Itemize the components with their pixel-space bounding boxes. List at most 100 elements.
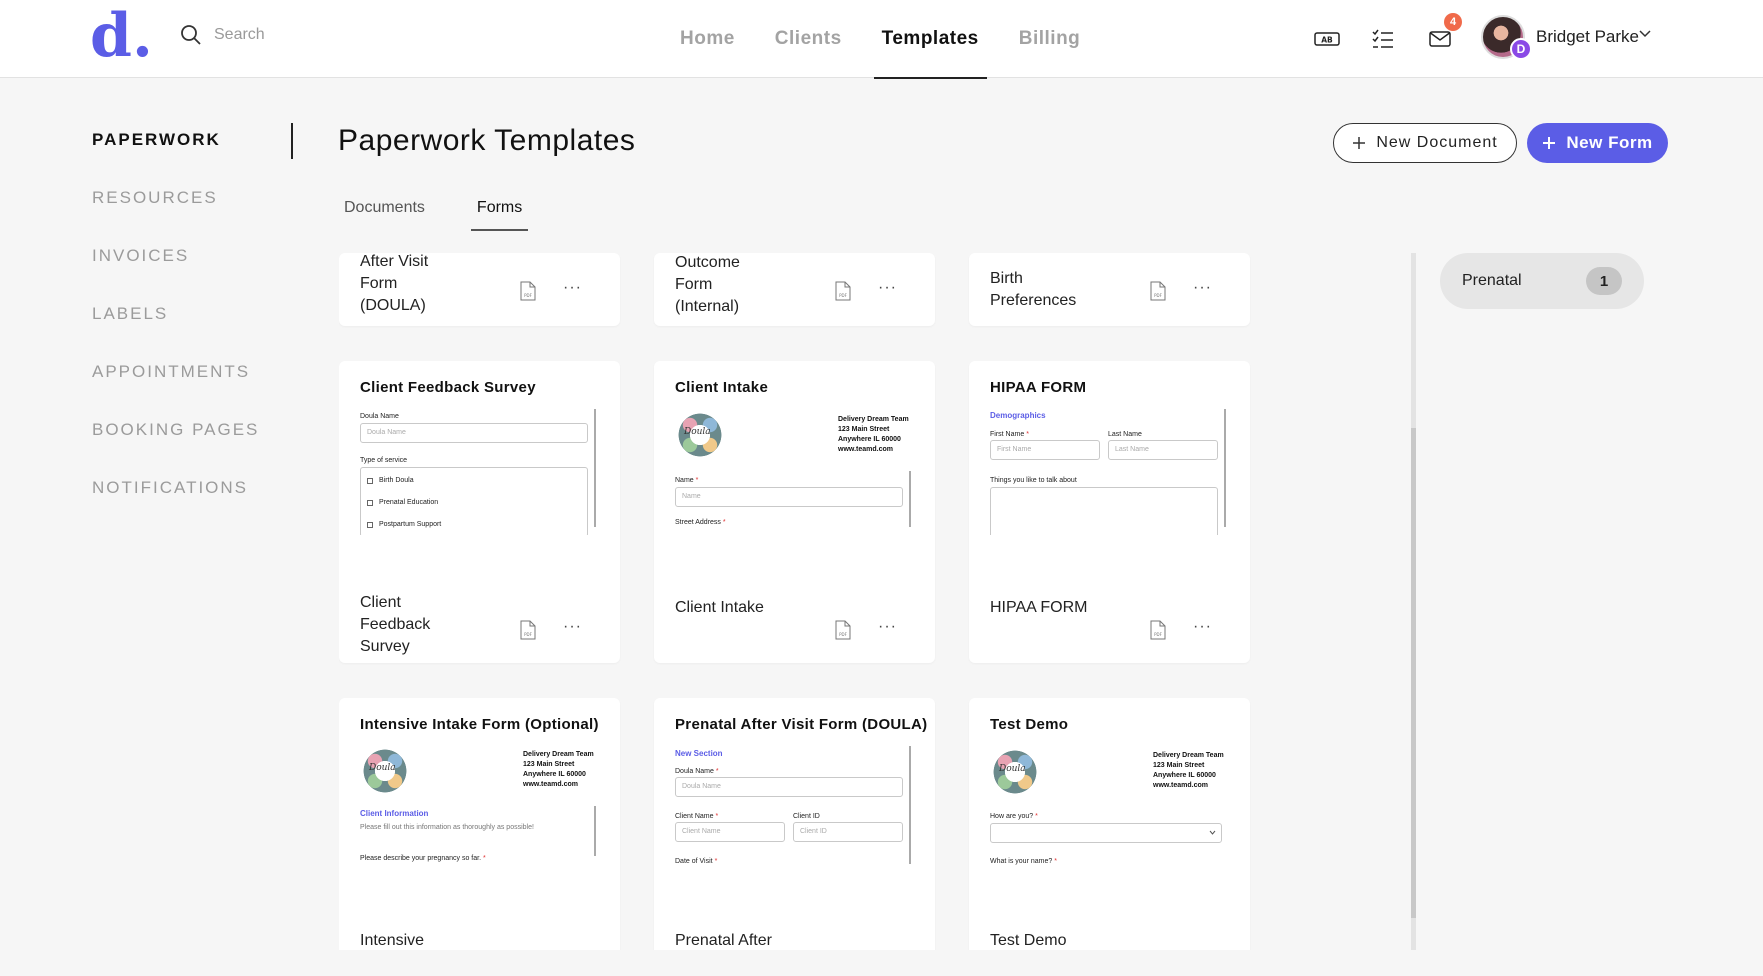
form-card[interactable]: Test Demo Doula Delivery Dream Team 123 …: [969, 698, 1250, 950]
preview-field: Client Name: [675, 822, 785, 842]
nav-billing[interactable]: Billing: [999, 0, 1101, 78]
preview-section: Client Information: [360, 809, 429, 818]
preview-field: Last Name: [1108, 440, 1218, 460]
preview-select: [990, 823, 1222, 843]
nav-clients[interactable]: Clients: [755, 0, 862, 78]
preview-option: Birth Doula: [379, 477, 414, 484]
preview-address: Delivery Dream Team 123 Main Street Anyw…: [838, 416, 909, 453]
abbreviation-icon: AB: [1314, 32, 1340, 46]
preview-section: New Section: [675, 749, 723, 758]
pdf-icon[interactable]: PDF: [834, 281, 852, 301]
more-options-icon[interactable]: ···: [563, 618, 582, 636]
form-card[interactable]: Outcome Form (Internal) PDF ···: [654, 253, 935, 326]
sidebar-item-invoices[interactable]: INVOICES: [92, 234, 259, 292]
sidebar-item-resources[interactable]: RESOURCES: [92, 176, 259, 234]
preview-field: Client ID: [793, 822, 903, 842]
checkbox: [367, 478, 373, 484]
search-box[interactable]: Search: [180, 24, 265, 46]
card-title: HIPAA FORM: [990, 379, 1087, 396]
checkbox: [367, 522, 373, 528]
preview-label: Please describe your pregnancy so far. *: [360, 855, 486, 862]
logo-text: Doula: [999, 764, 1026, 774]
preview-address: Delivery Dream Team 123 Main Street Anyw…: [523, 751, 594, 788]
preview-label: Last Name: [1108, 431, 1142, 438]
preview-note: Please fill out this information as thor…: [360, 824, 534, 831]
avatar-initial-badge: D: [1510, 38, 1532, 60]
new-document-button[interactable]: New Document: [1333, 123, 1517, 163]
preview-label: Doula Name: [360, 413, 399, 420]
form-card[interactable]: Intensive Intake Form (Optional) Doula D…: [339, 698, 620, 950]
card-title: Client Feedback Survey: [360, 379, 536, 396]
more-options-icon[interactable]: ···: [878, 279, 897, 297]
more-options-icon[interactable]: ···: [563, 279, 582, 297]
app-logo[interactable]: d.: [90, 6, 153, 66]
card-name: Birth Preferences: [990, 270, 1077, 309]
search-input[interactable]: Search: [214, 26, 265, 44]
plus-icon: [1353, 137, 1366, 149]
form-preview: Doula Delivery Dream Team 123 Main Stree…: [360, 742, 596, 872]
checklist-icon: [1372, 29, 1393, 48]
preview-scrollbar: [594, 409, 596, 527]
preview-label: Name *: [675, 477, 699, 484]
form-card[interactable]: HIPAA FORM Demographics First Name * Las…: [969, 361, 1250, 663]
preview-field: Doula Name: [675, 777, 903, 797]
grid-scrollbar-thumb[interactable]: [1411, 428, 1416, 918]
form-preview: Doula Delivery Dream Team 123 Main Stree…: [675, 405, 911, 535]
card-name: Prenatal After Visit Form: [675, 932, 772, 949]
form-card[interactable]: After Visit Form (DOULA) PDF ···: [339, 253, 620, 326]
card-title: Client Intake: [675, 379, 769, 396]
svg-text:PDF: PDF: [524, 293, 532, 298]
forms-grid: After Visit Form (DOULA) PDF ··· Outcome…: [339, 253, 1251, 950]
sidebar-item-paperwork[interactable]: PAPERWORK: [92, 118, 259, 176]
sidebar-item-booking-pages[interactable]: BOOKING PAGES: [92, 408, 259, 466]
abbreviation-text: AB: [1321, 36, 1333, 45]
new-form-label: New Form: [1566, 133, 1653, 152]
card-name: Client Feedback Survey: [360, 594, 431, 655]
page-title: Paperwork Templates: [338, 124, 636, 157]
logo-text: Doula: [684, 427, 711, 437]
preview-label: Client ID: [793, 813, 820, 820]
sidebar-item-notifications[interactable]: NOTIFICATIONS: [92, 466, 259, 524]
preview-label: First Name *: [990, 431, 1029, 438]
more-options-icon[interactable]: ···: [1193, 279, 1212, 297]
more-options-icon[interactable]: ···: [878, 618, 897, 636]
more-options-icon[interactable]: ···: [1193, 618, 1212, 636]
new-form-button[interactable]: New Form: [1527, 123, 1668, 163]
pdf-icon[interactable]: PDF: [519, 620, 537, 640]
tasks-button[interactable]: [1368, 24, 1398, 54]
tab-documents[interactable]: Documents: [344, 195, 425, 231]
preview-section: Demographics: [990, 411, 1046, 420]
abbreviation-button[interactable]: AB: [1312, 24, 1342, 54]
preview-address: Delivery Dream Team 123 Main Street Anyw…: [1153, 752, 1224, 789]
sidebar: PAPERWORK RESOURCES INVOICES LABELS APPO…: [92, 118, 259, 524]
pdf-icon[interactable]: PDF: [1149, 281, 1167, 301]
nav-home[interactable]: Home: [660, 0, 755, 78]
card-name: HIPAA FORM: [990, 599, 1088, 616]
form-card[interactable]: Prenatal After Visit Form (DOULA) New Se…: [654, 698, 935, 950]
chevron-down-icon[interactable]: [1638, 29, 1652, 39]
plus-icon: [1543, 137, 1556, 149]
new-document-label: New Document: [1376, 134, 1498, 151]
nav-templates[interactable]: Templates: [862, 0, 999, 79]
tab-forms[interactable]: Forms: [470, 195, 529, 231]
preview-label: Doula Name *: [675, 768, 719, 775]
svg-text:PDF: PDF: [839, 293, 847, 298]
form-card[interactable]: Client Intake Doula Delivery Dream Team …: [654, 361, 935, 663]
card-title: Test Demo: [990, 716, 1069, 733]
top-bar: d. Search Home Clients Templates Billing…: [0, 0, 1763, 79]
pdf-icon[interactable]: PDF: [1149, 620, 1167, 640]
pdf-icon[interactable]: PDF: [519, 281, 537, 301]
form-card[interactable]: Birth Preferences PDF ···: [969, 253, 1250, 326]
preview-option: Postpartum Support: [379, 521, 442, 528]
template-tabs: Documents Forms: [344, 195, 574, 231]
user-name[interactable]: Bridget Parke: [1536, 27, 1639, 47]
sidebar-item-labels[interactable]: LABELS: [92, 292, 259, 350]
sidebar-item-appointments[interactable]: APPOINTMENTS: [92, 350, 259, 408]
card-name: Test Demo: [990, 932, 1067, 949]
form-card[interactable]: Client Feedback Survey Doula Name Doula …: [339, 361, 620, 663]
mail-icon: [1429, 31, 1451, 47]
form-preview: Demographics First Name * Last Name Firs…: [990, 405, 1226, 535]
svg-text:PDF: PDF: [839, 632, 847, 637]
card-title: Intensive Intake Form (Optional): [360, 716, 599, 733]
pdf-icon[interactable]: PDF: [834, 620, 852, 640]
